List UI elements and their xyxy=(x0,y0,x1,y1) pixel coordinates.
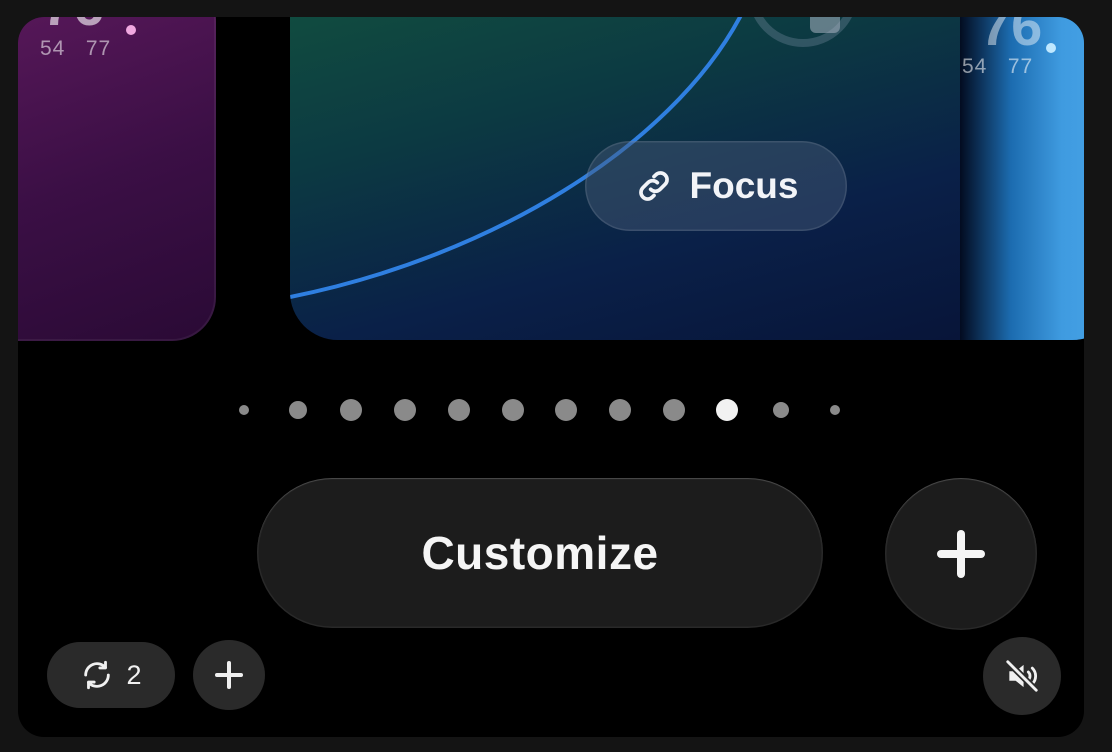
preview-indicator-dot xyxy=(126,25,136,35)
shuffle-count: 2 xyxy=(126,659,142,690)
page-dot-active[interactable] xyxy=(716,399,739,421)
temp-high: 77 xyxy=(1007,55,1034,78)
page-dot[interactable] xyxy=(447,399,470,421)
shuffle-wallpapers-button[interactable]: 2 xyxy=(47,642,175,708)
customize-button[interactable]: Customize xyxy=(257,478,823,628)
plus-icon xyxy=(937,530,985,578)
temp-low: 54 xyxy=(40,37,66,60)
plus-icon xyxy=(215,661,243,689)
preview-temperature: 76 xyxy=(42,17,104,38)
wallpaper-preview-left[interactable]: 76 54 77 xyxy=(18,17,216,341)
peek-temp-range: 54 77 xyxy=(962,55,1033,79)
focus-label: Focus xyxy=(689,165,799,206)
page-dot[interactable] xyxy=(662,399,685,421)
shuffle-icon xyxy=(84,660,111,690)
page-dot[interactable] xyxy=(239,405,249,415)
page-dot[interactable] xyxy=(829,405,840,415)
page-dot[interactable] xyxy=(501,399,524,421)
page-dot[interactable] xyxy=(773,402,789,418)
focus-link-button[interactable]: Focus xyxy=(585,141,847,231)
page-dot[interactable] xyxy=(340,399,363,421)
mute-toggle-button[interactable] xyxy=(983,637,1061,715)
add-wallpaper-button[interactable] xyxy=(885,478,1037,630)
page-dot[interactable] xyxy=(608,399,631,421)
page-dot[interactable] xyxy=(555,399,578,421)
page-indicator[interactable] xyxy=(18,398,1084,422)
link-icon xyxy=(638,171,669,201)
customize-label: Customize xyxy=(421,527,659,579)
temp-high: 77 xyxy=(85,37,112,60)
lock-screen-gallery: 76 54 77 76 54 77 Focus C xyxy=(18,17,1084,737)
preview-temp-range: 54 77 xyxy=(40,37,111,61)
peek-indicator-dot xyxy=(1046,43,1056,53)
page-dot[interactable] xyxy=(288,401,307,419)
add-button-small[interactable] xyxy=(193,640,265,710)
page-dot[interactable] xyxy=(394,399,417,421)
peek-temperature: 76 xyxy=(980,17,1043,57)
speaker-muted-icon xyxy=(1004,658,1040,694)
temp-low: 54 xyxy=(962,55,988,78)
